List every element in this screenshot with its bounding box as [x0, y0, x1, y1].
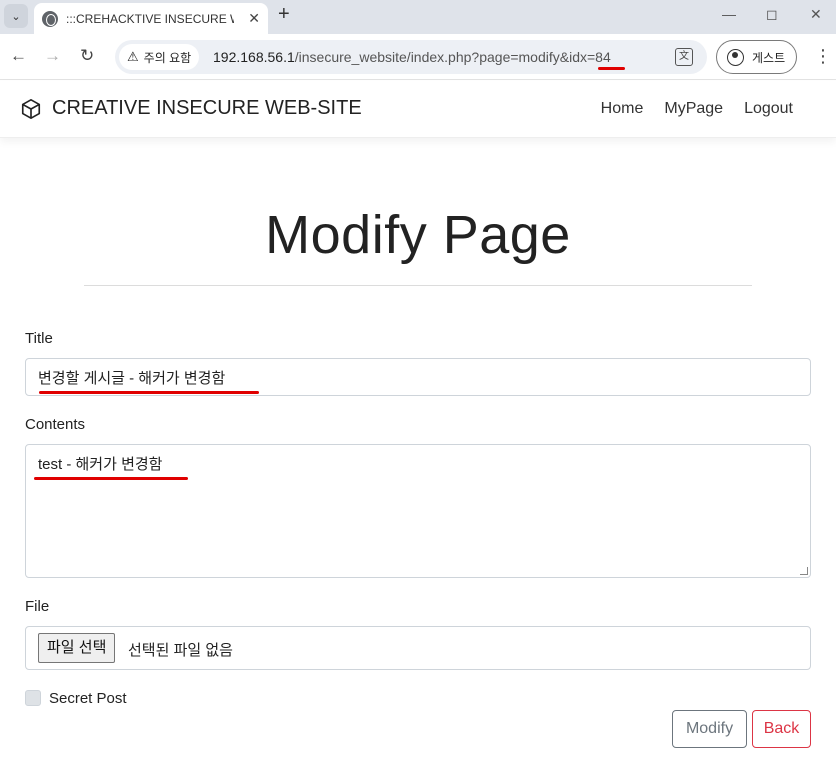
url-host: 192.168.56.1 — [213, 49, 295, 65]
back-arrow-icon[interactable]: ← — [10, 46, 27, 66]
reload-icon[interactable]: ↻ — [80, 46, 94, 66]
resize-handle-icon[interactable] — [800, 567, 808, 575]
warning-icon: ⚠ — [127, 49, 139, 64]
title-label: Title — [25, 330, 53, 347]
file-label: File — [25, 598, 50, 615]
translate-icon[interactable]: 文 — [675, 48, 693, 66]
maximize-icon[interactable]: ◻ — [766, 6, 778, 23]
new-tab-icon[interactable]: + — [278, 3, 290, 26]
contents-label: Contents — [25, 416, 86, 433]
modify-button[interactable]: Modify — [672, 710, 747, 748]
file-choose-button[interactable]: 파일 선택 — [38, 633, 116, 663]
nav-logout[interactable]: Logout — [744, 100, 793, 118]
title-value: 변경할 게시글 - 해커가 변경함 — [38, 370, 226, 387]
secret-post-label[interactable]: Secret Post — [49, 690, 127, 707]
forward-arrow-icon[interactable]: → — [44, 46, 61, 66]
security-label: 주의 요함 — [143, 50, 192, 65]
window-close-icon[interactable]: ✕ — [810, 6, 822, 23]
tab-search-chevron-icon[interactable]: ⌄ — [4, 4, 28, 28]
person-icon — [727, 48, 744, 66]
divider — [84, 285, 752, 286]
nav-home[interactable]: Home — [601, 100, 644, 118]
cube-icon — [21, 98, 41, 119]
nav-mypage[interactable]: MyPage — [664, 100, 723, 118]
browser-tab[interactable]: :::CREHACKTIVE INSECURE WEB ✕ — [34, 3, 268, 34]
security-chip[interactable]: ⚠ 주의 요함 — [119, 44, 200, 70]
contents-value: test - 해커가 변경함 — [38, 456, 163, 473]
profile-button[interactable]: 게스트 — [716, 40, 797, 74]
page-title: Modify Page — [265, 205, 571, 265]
tab-title: :::CREHACKTIVE INSECURE WEB — [66, 11, 234, 26]
browser-tabstrip: ⌄ :::CREHACKTIVE INSECURE WEB ✕ + — ◻ ✕ — [0, 0, 836, 34]
title-red-underline — [39, 391, 259, 394]
brand-text: CREATIVE INSECURE WEB-SITE — [52, 97, 362, 119]
back-button[interactable]: Back — [752, 710, 811, 748]
nav-links: Home MyPage Logout — [601, 100, 793, 118]
secret-post-checkbox[interactable] — [25, 690, 41, 706]
file-input[interactable]: 파일 선택 선택된 파일 없음 — [25, 626, 811, 670]
browser-toolbar: ← → ↻ ⚠ 주의 요함 192.168.56.1/insecure_webs… — [0, 34, 836, 80]
globe-icon — [42, 10, 58, 27]
browser-menu-icon[interactable]: ⋮ — [814, 46, 832, 67]
contents-textarea[interactable]: test - 해커가 변경함 — [25, 444, 811, 578]
site-navbar: CREATIVE INSECURE WEB-SITE Home MyPage L… — [0, 81, 836, 138]
profile-label: 게스트 — [752, 50, 786, 65]
url-text[interactable]: 192.168.56.1/insecure_website/index.php?… — [213, 49, 611, 65]
minimize-icon[interactable]: — — [722, 6, 736, 22]
tab-close-icon[interactable]: ✕ — [248, 10, 260, 27]
file-status: 선택된 파일 없음 — [128, 642, 233, 659]
contents-red-underline — [34, 477, 188, 480]
brand[interactable]: CREATIVE INSECURE WEB-SITE — [20, 97, 362, 120]
url-path: /insecure_website/index.php?page=modify&… — [294, 49, 611, 65]
address-bar[interactable]: ⚠ 주의 요함 192.168.56.1/insecure_website/in… — [115, 40, 707, 74]
url-idx-red-underline — [598, 67, 625, 70]
